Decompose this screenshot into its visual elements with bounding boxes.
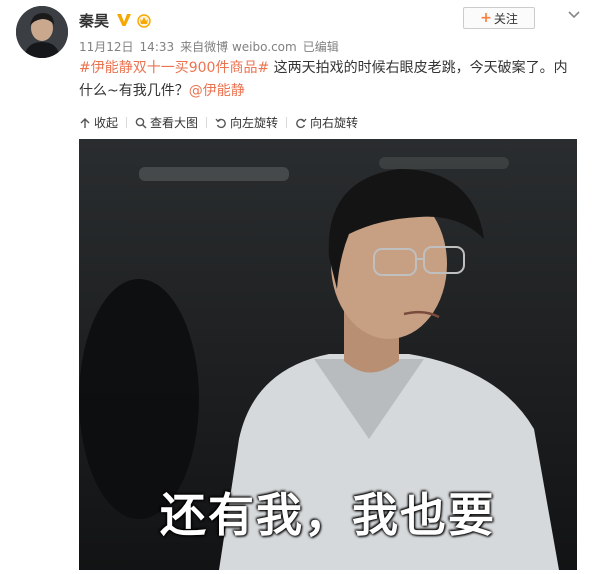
author-name[interactable]: 秦昊 (79, 10, 109, 31)
magnifier-icon (135, 117, 147, 129)
mention-link[interactable]: @伊能静 (189, 83, 245, 99)
post-source-prefix: 来自 (180, 40, 205, 54)
rotate-left-icon (215, 118, 226, 128)
avatar-image (16, 6, 68, 58)
member-crown-icon[interactable] (135, 12, 153, 28)
post-image[interactable]: 还有我，我也要 (79, 139, 577, 570)
rotate-right-label: 向右旋转 (310, 116, 359, 130)
rotate-right-icon (296, 118, 307, 128)
divider (126, 117, 128, 128)
collapse-label: 收起 (94, 116, 119, 130)
image-toolbar: 收起 查看大图 向左旋转 向右旋转 (79, 114, 358, 131)
divider (206, 117, 208, 128)
post-time[interactable]: 14:33 (140, 40, 175, 54)
rotate-left-button[interactable]: 向左旋转 (215, 114, 278, 131)
view-large-label: 查看大图 (150, 116, 199, 130)
divider (286, 117, 288, 128)
rotate-left-label: 向左旋转 (230, 116, 279, 130)
author-avatar[interactable] (16, 6, 68, 58)
image-caption: 还有我，我也要 (160, 488, 496, 542)
post-edited: 已编辑 (302, 40, 339, 54)
collapse-button[interactable]: 收起 (79, 114, 118, 131)
post-meta: 11月12日 14:33 来自微博 weibo.com 已编辑 (79, 38, 345, 55)
post-text: #伊能静双十一买900件商品# 这两天拍戏的时候右眼皮老跳，今天破案了。内什么~… (79, 57, 579, 103)
view-large-button[interactable]: 查看大图 (135, 114, 198, 131)
follow-label: 关注 (493, 11, 518, 26)
rotate-right-button[interactable]: 向右旋转 (295, 114, 358, 131)
post-date[interactable]: 11月12日 (79, 40, 134, 54)
post-source[interactable]: 微博 weibo.com (204, 40, 297, 54)
v-verified-badge-icon[interactable] (116, 12, 132, 28)
chevron-down-icon[interactable] (566, 6, 582, 22)
author-row: 秦昊 (79, 8, 153, 32)
follow-button[interactable]: + 关注 (463, 7, 535, 29)
topic-link[interactable]: #伊能静双十一买900件商品# (79, 60, 269, 76)
plus-icon: + (480, 10, 492, 26)
collapse-arrow-icon (80, 117, 90, 128)
